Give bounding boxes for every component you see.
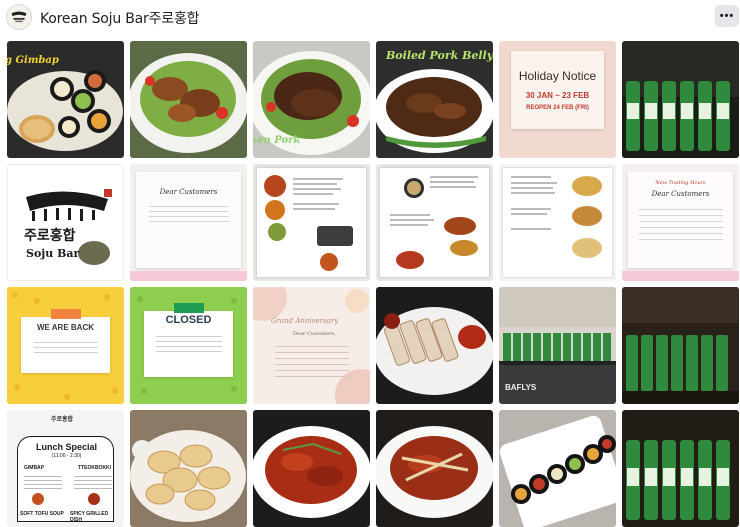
more-options-button[interactable]: ••• bbox=[715, 5, 739, 27]
photo-tile-kimbap-plate[interactable] bbox=[499, 410, 616, 527]
photo-tile-menu-3[interactable] bbox=[499, 164, 616, 281]
notice-card: WE ARE BACK bbox=[21, 309, 110, 373]
anniversary-subtitle: Dear Customers, bbox=[293, 331, 336, 337]
tile-overlay-text: Grilled Chicken Pork bbox=[253, 135, 301, 146]
menu-sheet bbox=[503, 168, 612, 277]
photo-tile-soju-bottles-1[interactable] bbox=[622, 41, 739, 158]
photo-tile-bossam[interactable] bbox=[376, 287, 493, 404]
notice-card: CLOSED bbox=[144, 303, 233, 377]
notice-body-lines bbox=[148, 202, 229, 222]
notice-body-lines bbox=[155, 332, 222, 356]
photo-tile-spicy-dish-1[interactable] bbox=[253, 410, 370, 527]
lunch-col2-lines bbox=[74, 473, 112, 489]
photo-tile-logo[interactable]: 주로홍합 Soju Bar bbox=[7, 164, 124, 281]
photo-tile-holiday-notice[interactable]: Holiday Notice 30 JAN ~ 23 FEB REOPEN 24… bbox=[499, 41, 616, 158]
kimbap-plate-photo bbox=[499, 410, 616, 527]
menu-page-graphic bbox=[264, 175, 353, 271]
lunch-brand: 주로홍합 bbox=[51, 416, 74, 423]
notice-title: Dear Customers bbox=[651, 190, 710, 198]
soju-bottles-photo bbox=[622, 41, 739, 158]
logo-english-text: Soju Bar bbox=[26, 247, 80, 260]
photo-tile-we-are-back[interactable]: WE ARE BACK bbox=[7, 287, 124, 404]
photo-tile-dear-customers-1[interactable]: Dear Customers bbox=[130, 164, 247, 281]
salad-chicken-photo bbox=[130, 41, 247, 158]
lunch-col1-lines bbox=[24, 473, 62, 489]
notice-body-lines bbox=[638, 204, 723, 240]
spicy-dish-photo bbox=[376, 410, 493, 527]
lunch-hours: (11:00 - 2:30) bbox=[51, 453, 82, 459]
lunch-title: Lunch Special bbox=[35, 442, 97, 452]
lunch-col1: GIMBAP bbox=[24, 465, 44, 471]
menu-sheet bbox=[380, 168, 489, 277]
tape-strip bbox=[174, 303, 204, 313]
more-options-icon: ••• bbox=[719, 10, 735, 22]
photo-tile-boiled-pork-belly[interactable]: Boiled Pork Belly bbox=[376, 41, 493, 158]
photo-tile-soju-bottles-2[interactable] bbox=[622, 287, 739, 404]
logo-korean-text: 주로홍합 bbox=[24, 228, 76, 244]
anniversary-body-lines bbox=[275, 341, 349, 377]
pink-border-strip bbox=[622, 271, 739, 281]
soju-bottles-photo bbox=[622, 287, 739, 404]
menu-page-graphic bbox=[390, 176, 478, 269]
lunch-foot2: SPICY GRILLED DISH bbox=[70, 511, 109, 523]
bossam-photo bbox=[376, 287, 493, 404]
page-header: Korean Soju Bar주로홍합 ••• bbox=[0, 0, 740, 34]
soju-bottles-photo bbox=[622, 410, 739, 527]
soju-bar-logo bbox=[26, 189, 112, 265]
photo-tile-menu-2[interactable] bbox=[376, 164, 493, 281]
photo-tile-lunch-special[interactable]: 주로홍합 Lunch Special (11:00 - 2:30) GIMBAP… bbox=[7, 410, 124, 527]
tape-strip bbox=[51, 309, 81, 319]
photo-tile-spicy-dish-2[interactable] bbox=[376, 410, 493, 527]
photo-tile-menu-1[interactable] bbox=[253, 164, 370, 281]
notice-title: Dear Customers bbox=[159, 188, 218, 196]
photo-tile-fried-chicken[interactable] bbox=[130, 410, 247, 527]
spicy-dish-photo bbox=[253, 410, 370, 527]
notice-card: Dear Customers bbox=[136, 172, 241, 268]
photo-tile-anniversary[interactable]: Grand Anniversary Dear Customers, bbox=[253, 287, 370, 404]
tile-overlay-text: Boiled Pork Belly bbox=[386, 49, 493, 62]
page-title[interactable]: Korean Soju Bar주로홍합 bbox=[40, 8, 200, 28]
photo-tile-soju-bar-shelf[interactable]: BAFLYS bbox=[499, 287, 616, 404]
photo-tile-gimbap[interactable]: g Gimbap bbox=[7, 41, 124, 158]
fried-chicken-photo bbox=[130, 410, 247, 527]
photo-tile-soju-bottles-3[interactable] bbox=[622, 410, 739, 527]
lunch-food-icon bbox=[32, 493, 44, 505]
photo-tile-salad-chicken[interactable] bbox=[130, 41, 247, 158]
lunch-foot1: SOFT TOFU SOUP bbox=[20, 511, 64, 517]
menu-sheet bbox=[257, 168, 366, 277]
anniversary-title: Grand Anniversary bbox=[271, 317, 339, 325]
photo-tile-closed[interactable]: CLOSED bbox=[130, 287, 247, 404]
notice-heading: New Trading Hours bbox=[655, 180, 706, 186]
holiday-card: Holiday Notice 30 JAN ~ 23 FEB REOPEN 24… bbox=[511, 51, 604, 129]
we-are-back-label: WE ARE BACK bbox=[36, 322, 95, 332]
soju-bar-logo-icon bbox=[7, 5, 31, 29]
holiday-reopen: REOPEN 24 FEB (FRI) bbox=[526, 105, 589, 111]
notice-body-lines bbox=[33, 337, 98, 356]
pink-border-strip bbox=[130, 271, 247, 281]
bar-sign-text: BAFLYS bbox=[505, 383, 537, 392]
photo-tile-grilled-pork[interactable]: Grilled Chicken Pork bbox=[253, 41, 370, 158]
photo-tile-trading-hours[interactable]: New Trading Hours Dear Customers bbox=[622, 164, 739, 281]
menu-page-graphic bbox=[511, 176, 602, 258]
tile-overlay-text: g Gimbap bbox=[7, 55, 59, 66]
page-avatar[interactable] bbox=[6, 4, 32, 30]
closed-label: CLOSED bbox=[165, 314, 212, 326]
lunch-food-icon bbox=[88, 493, 100, 505]
notice-card: New Trading Hours Dear Customers bbox=[628, 172, 733, 268]
photo-grid: g Gimbap Grilled Chicken Pork bbox=[7, 41, 739, 527]
lunch-card: Lunch Special (11:00 - 2:30) GIMBAP TTEO… bbox=[17, 436, 114, 523]
holiday-title: Holiday Notice bbox=[518, 69, 597, 83]
lunch-col2: TTEOKBOKKI bbox=[78, 465, 112, 471]
holiday-dates: 30 JAN ~ 23 FEB bbox=[525, 91, 590, 100]
